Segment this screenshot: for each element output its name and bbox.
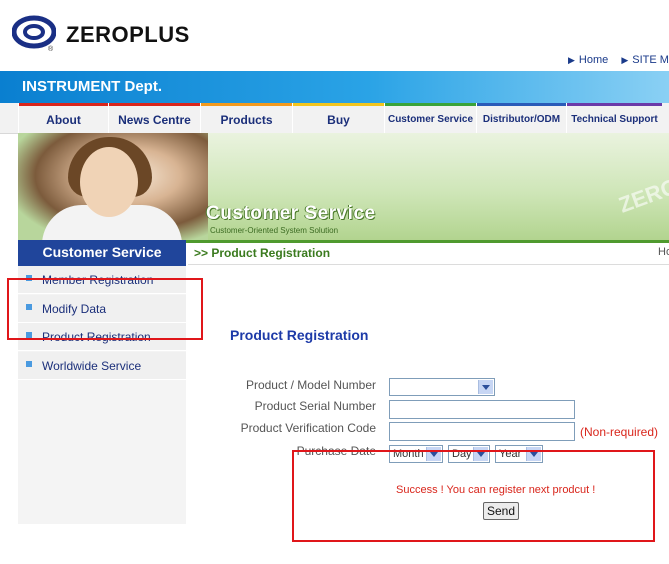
nav-technical-support[interactable]: Technical Support bbox=[566, 103, 662, 133]
highlight-box-result bbox=[292, 450, 655, 542]
nav-label: News Centre bbox=[118, 113, 191, 127]
page-title: Product Registration bbox=[230, 327, 369, 343]
registered-mark: ® bbox=[48, 46, 54, 53]
serial-number-input[interactable] bbox=[389, 400, 575, 419]
banner-subtitle: Customer-Oriented System Solution bbox=[210, 226, 339, 235]
verification-code-input[interactable] bbox=[389, 422, 575, 441]
nav-distributor-odm[interactable]: Distributor/ODM bbox=[476, 103, 566, 133]
banner-watermark: ZERO bbox=[615, 173, 669, 218]
nav-stripe bbox=[293, 103, 384, 106]
site-map-link[interactable]: SITE M bbox=[632, 54, 669, 66]
nav-label: Technical Support bbox=[571, 114, 658, 125]
model-number-label: Product / Model Number bbox=[245, 378, 376, 392]
nav-stripe bbox=[567, 103, 662, 106]
home-link[interactable]: Home bbox=[579, 54, 608, 66]
breadcrumb-home-link[interactable]: Ho bbox=[658, 246, 669, 258]
triangle-right-icon: ▶ bbox=[621, 55, 629, 65]
nav-stripe bbox=[19, 103, 108, 106]
banner-title: Customer Service bbox=[206, 203, 376, 224]
model-number-select[interactable] bbox=[389, 378, 495, 396]
nav-stripe bbox=[385, 103, 476, 106]
sidebar-item-label: Worldwide Service bbox=[42, 359, 142, 373]
customer-service-banner: ZERO Customer Service Customer-Oriented … bbox=[18, 133, 669, 240]
nav-stripe bbox=[201, 103, 292, 106]
banner-photo-face bbox=[80, 147, 138, 217]
main-nav: About News Centre Products Buy Customer … bbox=[0, 103, 669, 134]
sidebar-item-worldwide-service[interactable]: Worldwide Service bbox=[18, 352, 186, 380]
non-required-note: (Non-required) bbox=[580, 425, 659, 439]
nav-label: Products bbox=[220, 113, 273, 127]
sidebar-heading: Customer Service bbox=[18, 240, 186, 266]
brand-logo-text[interactable]: ZEROPLUS bbox=[66, 22, 190, 48]
nav-about[interactable]: About bbox=[18, 103, 108, 133]
square-bullet-icon bbox=[26, 361, 32, 367]
nav-stripe bbox=[477, 103, 566, 106]
nav-label: Buy bbox=[327, 113, 350, 127]
top-links: ▶ Home ▶ SITE M bbox=[568, 54, 669, 66]
breadcrumb: >> Product Registration bbox=[194, 246, 331, 260]
highlight-box-sidebar bbox=[7, 278, 203, 340]
serial-number-label: Product Serial Number bbox=[254, 399, 376, 413]
nav-news-centre[interactable]: News Centre bbox=[108, 103, 200, 133]
triangle-right-icon: ▶ bbox=[568, 55, 575, 65]
nav-customer-service[interactable]: Customer Service bbox=[384, 103, 476, 133]
nav-label: About bbox=[46, 113, 81, 127]
nav-label: Distributor/ODM bbox=[482, 114, 561, 125]
chevron-down-icon bbox=[478, 380, 493, 394]
department-bar: INSTRUMENT Dept. bbox=[0, 71, 669, 103]
nav-buy[interactable]: Buy bbox=[292, 103, 384, 133]
verification-code-label: Product Verification Code bbox=[240, 421, 376, 435]
department-title: INSTRUMENT Dept. bbox=[22, 78, 162, 95]
zeroplus-logo-icon bbox=[12, 15, 56, 49]
nav-label: Customer Service bbox=[387, 114, 474, 125]
banner-photo bbox=[18, 133, 208, 240]
breadcrumb-divider bbox=[188, 264, 669, 265]
nav-stripe bbox=[109, 103, 200, 106]
nav-products[interactable]: Products bbox=[200, 103, 292, 133]
